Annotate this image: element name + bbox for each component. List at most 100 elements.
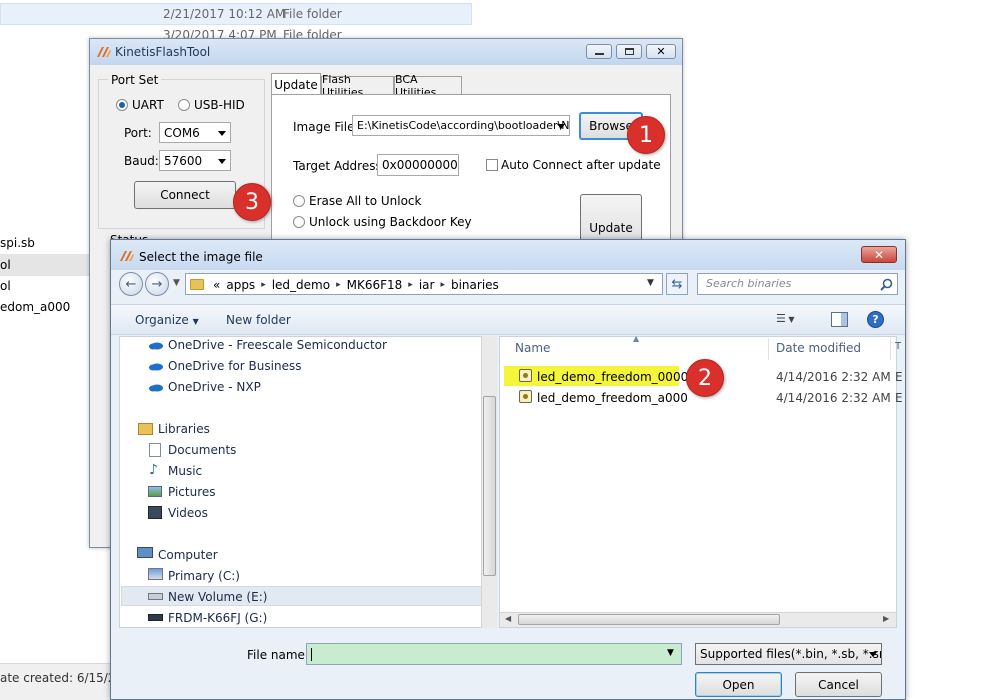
onedrive-icon: [149, 384, 163, 392]
tab-update[interactable]: Update: [271, 73, 321, 95]
scroll-left-icon[interactable]: ◀: [505, 614, 511, 623]
breadcrumb-separator-icon[interactable]: ▸: [333, 280, 344, 290]
auto-connect-label: Auto Connect after update: [501, 158, 661, 172]
refresh-button[interactable]: ⇆: [666, 273, 688, 295]
preview-pane-button[interactable]: [831, 312, 848, 327]
baud-select[interactable]: 57600: [159, 150, 231, 171]
baud-value: 57600: [164, 153, 203, 168]
tab-flash-utilities[interactable]: Flash Utilities: [321, 73, 394, 99]
background-side-item[interactable]: ol: [0, 258, 11, 272]
erase-all-radio[interactable]: [293, 195, 305, 207]
nav-item-libraries[interactable]: Libraries: [158, 422, 210, 436]
nav-item-onedrive-nxp[interactable]: OneDrive - NXP: [168, 380, 261, 394]
navigation-scrollbar[interactable]: [481, 336, 497, 628]
image-file-select[interactable]: E:\KinetisCode\according\bootloader\NXP: [352, 115, 570, 136]
maximize-icon: [625, 48, 634, 55]
kinetis-logo-icon: [97, 47, 111, 57]
breadcrumb-segment[interactable]: apps: [223, 278, 258, 292]
recent-locations-chevron-icon[interactable]: ▼: [173, 278, 180, 288]
image-file-label: Image File:: [293, 120, 359, 134]
breadcrumb-segment[interactable]: led_demo: [269, 278, 333, 292]
forward-arrow-icon: →: [151, 276, 163, 292]
folder-icon: [190, 279, 204, 290]
breadcrumb-separator-icon[interactable]: ▸: [405, 280, 416, 290]
column-header-name[interactable]: Name ▲: [507, 334, 769, 360]
file-row-extra: E: [895, 370, 903, 384]
nav-item-documents[interactable]: Documents: [168, 443, 236, 457]
cancel-button[interactable]: Cancel: [795, 672, 882, 697]
videos-icon: [148, 506, 162, 519]
back-button[interactable]: ←: [119, 272, 143, 296]
unlock-backdoor-label: Unlock using Backdoor Key: [309, 215, 472, 229]
nav-item-videos[interactable]: Videos: [168, 506, 208, 520]
scrollbar-thumb[interactable]: [483, 396, 496, 576]
usbhid-radio[interactable]: [178, 99, 190, 111]
documents-icon: [149, 443, 161, 457]
port-select[interactable]: COM6: [159, 122, 231, 143]
maximize-button[interactable]: [616, 44, 642, 59]
nav-item-drive-g[interactable]: FRDM-K66FJ (G:): [168, 611, 267, 625]
dialog-close-button[interactable]: ✕: [861, 246, 897, 263]
new-folder-button[interactable]: New folder: [226, 313, 291, 327]
scroll-right-icon[interactable]: ▶: [883, 614, 889, 623]
flashtool-titlebar[interactable]: KinetisFlashTool ✕: [90, 39, 682, 65]
file-row-name[interactable]: led_demo_freedom_a000: [537, 391, 688, 405]
address-bar[interactable]: «apps ▸ led_demo ▸ MK66F18 ▸ iar ▸ binaries ▼: [185, 273, 663, 295]
close-icon: ✕: [656, 45, 666, 58]
background-side-item[interactable]: ol: [0, 279, 11, 293]
uart-radio[interactable]: [116, 99, 128, 111]
target-address-input[interactable]: 0x00000000: [377, 154, 459, 176]
close-button[interactable]: ✕: [646, 44, 676, 59]
port-label: Port:: [124, 126, 152, 140]
chevron-down-icon[interactable]: ▼: [667, 648, 674, 658]
column-type-label: T: [895, 341, 902, 352]
minimize-button[interactable]: [586, 44, 612, 59]
breadcrumb-segment[interactable]: iar: [416, 278, 438, 292]
forward-button[interactable]: →: [145, 272, 169, 296]
search-box[interactable]: Search binaries: [697, 273, 898, 295]
breadcrumb-segment[interactable]: MK66F18: [344, 278, 406, 292]
tab-bca-utilities[interactable]: BCA Utilities: [394, 73, 462, 99]
dialog-titlebar[interactable]: Select the image file ✕: [111, 240, 905, 270]
column-header-date[interactable]: Date modified: [769, 338, 891, 360]
nav-item-onedrive-business[interactable]: OneDrive for Business: [168, 359, 301, 373]
help-button[interactable]: ?: [867, 311, 884, 328]
port-set-label: Port Set: [108, 73, 162, 87]
nav-item-pictures[interactable]: Pictures: [168, 485, 216, 499]
address-dropdown-chevron-icon[interactable]: ▼: [647, 278, 654, 288]
unlock-backdoor-radio[interactable]: [293, 216, 305, 228]
connect-button[interactable]: Connect: [134, 181, 236, 209]
port-value: COM6: [164, 125, 200, 140]
auto-connect-checkbox[interactable]: [486, 159, 498, 171]
erase-all-label: Erase All to Unlock: [309, 194, 422, 208]
breadcrumb-segment[interactable]: «: [210, 278, 223, 292]
filter-value: Supported files(*.bin, *.sb, *.sre: [700, 647, 882, 661]
file-type-filter[interactable]: Supported files(*.bin, *.sb, *.sre: [695, 643, 882, 665]
scrollbar-thumb[interactable]: [518, 614, 780, 625]
drive-g-icon: [148, 614, 163, 621]
view-options-button[interactable]: ☰ ▼: [776, 312, 812, 328]
file-name-label: File name:: [247, 648, 309, 662]
breadcrumb-separator-icon[interactable]: ▸: [258, 280, 269, 290]
file-name-input[interactable]: ▼: [306, 643, 682, 665]
breadcrumb-separator-icon[interactable]: ▸: [437, 280, 448, 290]
nav-item-onedrive-freescale[interactable]: OneDrive - Freescale Semiconductor: [168, 338, 387, 352]
nav-item-computer[interactable]: Computer: [158, 548, 218, 562]
file-row-extra: E: [895, 391, 903, 405]
file-row-name[interactable]: led_demo_freedom_0000: [537, 370, 688, 384]
nav-item-drive-e[interactable]: New Volume (E:): [168, 590, 267, 604]
preview-pane-icon: [841, 313, 847, 326]
horizontal-scrollbar[interactable]: ◀ ▶: [500, 612, 896, 627]
callout-marker-2: 2: [686, 359, 724, 397]
background-side-item[interactable]: spi.sb: [0, 236, 35, 250]
background-side-item[interactable]: edom_a000: [0, 300, 70, 314]
open-button[interactable]: Open: [695, 672, 782, 697]
flashtool-title: KinetisFlashTool: [115, 45, 211, 59]
nav-item-drive-c[interactable]: Primary (C:): [168, 569, 240, 583]
nav-item-music[interactable]: Music: [168, 464, 202, 478]
organize-button[interactable]: Organize ▼: [135, 313, 199, 327]
breadcrumb-segment[interactable]: binaries: [448, 278, 502, 292]
computer-icon: [137, 547, 153, 558]
onedrive-icon: [149, 363, 163, 371]
background-row-type-1: File folder: [283, 7, 342, 21]
